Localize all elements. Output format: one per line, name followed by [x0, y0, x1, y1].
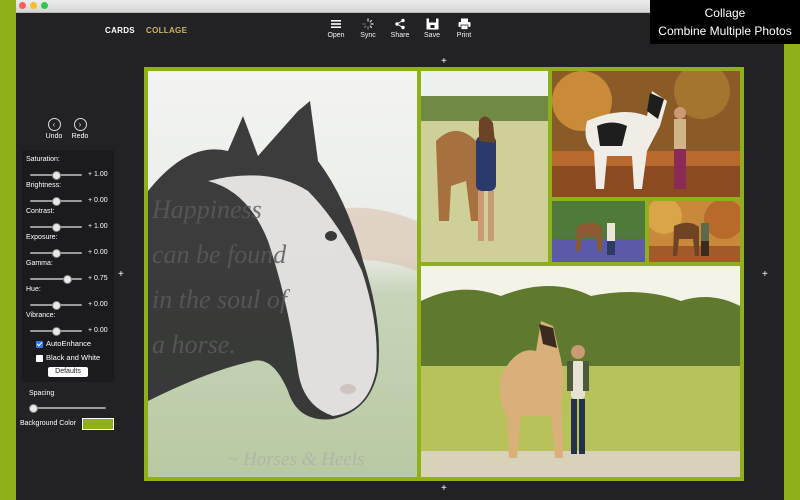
adjust-label: Hue: — [26, 286, 41, 293]
adjust-value: + 0.00 — [88, 327, 108, 334]
adjust-slider[interactable] — [30, 197, 82, 206]
spacing-slider-thumb[interactable] — [29, 404, 38, 413]
share-icon — [395, 18, 405, 30]
bluebells-photo — [552, 201, 645, 262]
checkbox-checked-icon — [36, 340, 43, 348]
collage-photo-pinto[interactable] — [552, 71, 740, 197]
adjust-slider-thumb[interactable] — [52, 223, 61, 232]
chevron-left-icon: ‹ — [47, 118, 61, 131]
adjust-label: Brightness: — [26, 182, 62, 189]
print-label: Print — [456, 32, 472, 39]
tab-collage[interactable]: COLLAGE — [146, 26, 187, 35]
auto-enhance-checkbox[interactable]: AutoEnhance — [36, 339, 91, 348]
collage-photo-buckskin[interactable] — [421, 266, 740, 477]
adjust-slider[interactable] — [30, 275, 82, 284]
save-button[interactable]: Save — [414, 18, 450, 39]
defaults-button[interactable]: Defaults — [48, 367, 88, 377]
open-label: Open — [327, 32, 345, 39]
adjust-slider[interactable] — [30, 249, 82, 258]
add-right-button[interactable]: + — [762, 270, 768, 280]
feature-badge: Collage Combine Multiple Photos — [650, 0, 800, 44]
adjust-label: Vibrance: — [26, 312, 56, 319]
adjust-value: + 1.00 — [88, 223, 108, 230]
adjust-value: + 0.75 — [88, 275, 108, 282]
spinner-icon — [362, 18, 374, 30]
save-icon — [426, 18, 438, 30]
adjust-value: + 0.00 — [88, 249, 108, 256]
background-color-label: Background Color — [20, 420, 77, 427]
share-button[interactable]: Share — [382, 18, 418, 39]
horse-head-photo — [148, 71, 417, 477]
adjust-value: + 0.00 — [88, 301, 108, 308]
collage-photo-girl-hug[interactable] — [421, 71, 548, 262]
adjust-label: Contrast: — [26, 208, 55, 215]
adjust-value: + 0.00 — [88, 197, 108, 204]
zoom-window-button[interactable] — [41, 2, 48, 9]
adjust-slider[interactable] — [30, 301, 82, 310]
pinto-horse-photo — [552, 71, 740, 197]
spacing-slider[interactable] — [29, 404, 106, 413]
adjust-slider-thumb[interactable] — [52, 249, 61, 258]
adjust-slider-thumb[interactable] — [52, 197, 61, 206]
collage-photo-autumn[interactable] — [649, 201, 740, 262]
quote-signature: ~ Horses & Heels — [228, 449, 365, 470]
redo-button[interactable]: › Redo — [65, 118, 95, 140]
save-label: Save — [424, 32, 440, 39]
adjust-slider[interactable] — [30, 327, 82, 336]
list-icon — [331, 20, 341, 28]
adjust-slider[interactable] — [30, 171, 82, 180]
autumn-photo — [649, 201, 740, 262]
girl-hug-photo — [421, 71, 548, 262]
redo-label: Redo — [71, 133, 89, 140]
badge-subtitle: Combine Multiple Photos — [658, 24, 792, 38]
quote-line-4: a horse. — [152, 330, 236, 359]
close-window-button[interactable] — [19, 2, 26, 9]
sync-button[interactable]: Sync — [350, 18, 386, 39]
add-top-button[interactable]: + — [441, 57, 447, 67]
add-left-button[interactable]: + — [118, 270, 124, 280]
auto-enhance-label: AutoEnhance — [46, 339, 92, 348]
adjust-label: Gamma: — [26, 260, 53, 267]
share-label: Share — [390, 32, 410, 39]
adjustments-panel: AutoEnhance Black and White Defaults Sat… — [22, 150, 114, 382]
chevron-right-icon: › — [73, 118, 87, 131]
background-color-swatch[interactable] — [82, 418, 114, 430]
black-white-checkbox[interactable]: Black and White — [36, 353, 100, 362]
print-button[interactable]: Print — [446, 18, 482, 39]
quote-line-3: in the soul of — [152, 285, 288, 314]
checkbox-unchecked-icon — [36, 354, 43, 362]
adjust-label: Saturation: — [26, 156, 60, 163]
black-white-label: Black and White — [46, 353, 101, 362]
add-bottom-button[interactable]: + — [441, 484, 447, 494]
app-window: CARDS COLLAGE Open Sync Share Save Print… — [16, 0, 784, 500]
adjust-value: + 1.00 — [88, 171, 108, 178]
tab-cards[interactable]: CARDS — [105, 26, 135, 35]
minimize-window-button[interactable] — [30, 2, 37, 9]
adjust-label: Exposure: — [26, 234, 58, 241]
adjust-slider[interactable] — [30, 223, 82, 232]
printer-icon — [458, 18, 470, 30]
buckskin-horse-photo — [421, 266, 740, 477]
quote-line-1: Happiness — [152, 195, 262, 224]
spacing-label: Spacing — [29, 390, 55, 397]
sync-label: Sync — [360, 32, 376, 39]
adjust-slider-thumb[interactable] — [52, 327, 61, 336]
badge-title: Collage — [704, 6, 746, 20]
quote-line-2: can be found — [152, 240, 287, 269]
collage-canvas: Happiness can be found in the soul of a … — [144, 67, 744, 481]
collage-photo-bluebells[interactable] — [552, 201, 645, 262]
collage-photo-horse-quote[interactable]: Happiness can be found in the soul of a … — [148, 71, 417, 477]
adjust-slider-thumb[interactable] — [52, 171, 61, 180]
adjust-slider-thumb[interactable] — [52, 301, 61, 310]
adjust-slider-thumb[interactable] — [63, 275, 73, 284]
open-button[interactable]: Open — [318, 18, 354, 39]
